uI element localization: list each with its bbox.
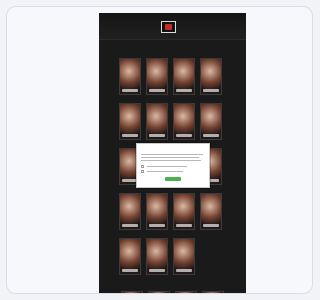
dialog-option-checkbox[interactable] [141, 170, 144, 173]
caption-bar [176, 224, 192, 227]
grid-tile[interactable] [200, 193, 222, 230]
caption-bar [122, 224, 138, 227]
grid-tile[interactable] [146, 238, 168, 275]
caption-bar [122, 269, 138, 272]
dialog-text-line [141, 154, 203, 155]
bottom-image-row [121, 291, 231, 293]
caption-bar [122, 134, 138, 137]
caption-bar [149, 224, 165, 227]
caption-bar [122, 89, 138, 92]
grid-tile[interactable] [148, 291, 170, 293]
grid-tile[interactable] [173, 238, 195, 275]
grid-tile[interactable] [173, 103, 195, 140]
grid-tile[interactable] [200, 58, 222, 95]
cookie-consent-dialog [136, 143, 210, 188]
photo [176, 292, 196, 293]
grid-tile[interactable] [119, 238, 141, 275]
site-logo-icon [165, 24, 172, 30]
dialog-text-line [141, 160, 201, 161]
grid-tile[interactable] [173, 193, 195, 230]
grid-tile[interactable] [119, 193, 141, 230]
accept-button[interactable] [165, 177, 181, 181]
top-navigation-bar [99, 13, 246, 40]
caption-bar [203, 224, 219, 227]
grid-tile[interactable] [173, 58, 195, 95]
grid-tile[interactable] [146, 103, 168, 140]
caption-bar [149, 134, 165, 137]
caption-bar [176, 89, 192, 92]
screenshot-frame [6, 6, 313, 294]
caption-bar [203, 89, 219, 92]
photo [149, 292, 169, 293]
web-page [99, 13, 246, 293]
grid-tile[interactable] [146, 58, 168, 95]
dialog-option-checkbox[interactable] [141, 165, 144, 168]
grid-tile[interactable] [121, 291, 143, 293]
caption-bar [176, 269, 192, 272]
grid-tile[interactable] [202, 291, 224, 293]
grid-tile[interactable] [119, 58, 141, 95]
grid-tile[interactable] [200, 103, 222, 140]
dialog-option-label [147, 166, 187, 167]
photo [203, 292, 223, 293]
dialog-option-label [147, 171, 183, 172]
photo [122, 292, 142, 293]
grid-tile[interactable] [175, 291, 197, 293]
dialog-text-line [141, 157, 199, 158]
caption-bar [203, 134, 219, 137]
caption-bar [149, 269, 165, 272]
caption-bar [149, 89, 165, 92]
grid-tile[interactable] [119, 103, 141, 140]
caption-bar [176, 134, 192, 137]
grid-tile[interactable] [146, 193, 168, 230]
site-logo[interactable] [161, 21, 176, 33]
